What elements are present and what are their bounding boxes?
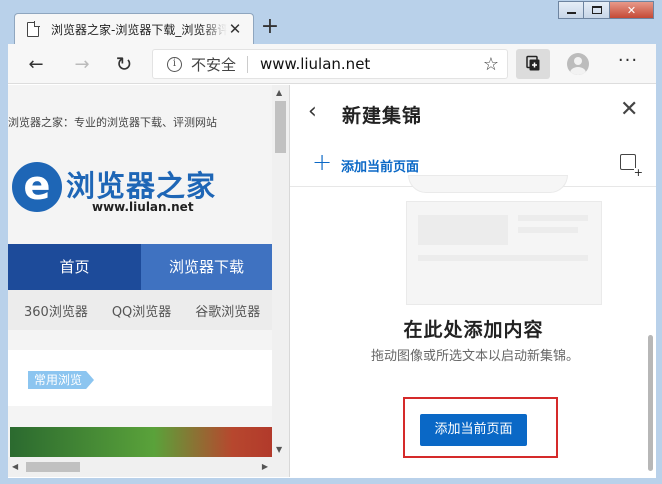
new-tab-button[interactable]: + — [258, 16, 282, 40]
browser-toolbar: ← → ↻ i 不安全 www.liulan.net ☆ ··· — [8, 44, 656, 84]
tab-close-icon[interactable]: ✕ — [227, 20, 243, 38]
empty-state-title: 在此处添加内容 — [403, 319, 544, 341]
category-tag[interactable]: 常用浏览 — [28, 371, 95, 389]
pane-close-icon[interactable]: ✕ — [620, 97, 638, 122]
refresh-button[interactable]: ↻ — [110, 50, 138, 78]
content-section: 常用浏览 — [8, 350, 272, 406]
page-icon — [27, 20, 40, 37]
empty-state-illustration — [390, 175, 602, 315]
logo-letter: e — [23, 163, 51, 209]
horizontal-scrollbar[interactable]: ◀ ▶ — [8, 457, 272, 477]
add-current-page-button[interactable]: 添加当前页面 — [420, 414, 527, 446]
site-description: 浏览器之家：专业的浏览器下载、评测网站 — [8, 116, 217, 129]
pane-scrollbar[interactable] — [648, 335, 653, 471]
empty-state-description: 拖动图像或所选文本以启动新集锦。 — [370, 349, 579, 364]
browser-tab[interactable]: 浏览器之家-浏览器下载_浏览器评测网站 ✕ — [14, 13, 254, 44]
add-note-icon[interactable] — [620, 154, 643, 178]
scroll-right-icon[interactable]: ▶ — [262, 462, 268, 471]
site-logo-url: www.liulan.net — [92, 200, 194, 214]
info-icon[interactable]: i — [167, 56, 182, 72]
site-logo-text[interactable]: 浏览器之家 — [66, 163, 216, 205]
collections-icon — [526, 55, 540, 71]
web-page-content: 浏览器之家：专业的浏览器下载、评测网站 e 浏览器之家 www.liulan.n… — [8, 85, 272, 457]
back-button[interactable]: ← — [22, 50, 50, 78]
sub-nav: 360浏览器 QQ浏览器 谷歌浏览器 — [8, 290, 272, 330]
maximize-button[interactable] — [584, 1, 610, 19]
add-current-page-link[interactable]: 添加当前页面 — [341, 156, 419, 175]
scrollbar-corner — [272, 457, 289, 477]
window-border-left — [0, 44, 8, 484]
url-text[interactable]: www.liulan.net — [260, 55, 370, 73]
maximize-icon — [591, 6, 602, 14]
security-label[interactable]: 不安全 — [191, 54, 236, 75]
address-divider — [247, 55, 249, 73]
nav-browser-download[interactable]: 浏览器下载 — [141, 244, 272, 290]
scroll-left-icon[interactable]: ◀ — [12, 462, 18, 471]
vertical-scrollbar[interactable]: ▲ ▼ — [272, 85, 289, 457]
nav-home[interactable]: 首页 — [8, 244, 141, 290]
pane-header: ‹ 新建集锦 ✕ — [290, 85, 656, 141]
scroll-down-icon[interactable]: ▼ — [276, 445, 282, 454]
site-logo-icon[interactable]: e — [12, 162, 62, 212]
favorite-star-icon[interactable]: ☆ — [483, 54, 499, 75]
forward-button[interactable]: → — [68, 50, 96, 78]
minimize-icon — [566, 12, 576, 14]
back-arrow-icon[interactable]: ‹ — [308, 99, 317, 124]
collections-pane: ‹ 新建集锦 ✕ + 添加当前页面 在此处添加内容 拖动图像或所选文本以启动新集… — [289, 85, 656, 477]
sub-nav-item[interactable]: 谷歌浏览器 — [195, 301, 260, 320]
pane-title[interactable]: 新建集锦 — [342, 101, 422, 128]
scroll-up-icon[interactable]: ▲ — [276, 88, 282, 97]
vertical-scroll-thumb[interactable] — [275, 101, 286, 153]
sub-nav-item[interactable]: 360浏览器 — [24, 301, 88, 320]
collections-button[interactable] — [516, 49, 550, 79]
address-bar[interactable]: i 不安全 www.liulan.net ☆ — [152, 49, 508, 79]
plus-icon[interactable]: + — [312, 148, 332, 176]
sub-nav-item[interactable]: QQ浏览器 — [112, 301, 171, 320]
close-window-button[interactable]: ✕ — [610, 1, 654, 19]
window-border-bottom — [0, 478, 662, 484]
site-nav: 首页 浏览器下载 — [8, 244, 272, 290]
tab-title: 浏览器之家-浏览器下载_浏览器评测网站 — [51, 22, 227, 37]
profile-avatar[interactable] — [567, 53, 589, 75]
minimize-button[interactable] — [558, 1, 584, 19]
banner-image[interactable] — [10, 427, 272, 457]
horizontal-scroll-thumb[interactable] — [26, 462, 80, 472]
more-menu-button[interactable]: ··· — [614, 50, 642, 78]
window-border-right — [656, 44, 662, 484]
window-controls: ✕ — [558, 1, 654, 19]
